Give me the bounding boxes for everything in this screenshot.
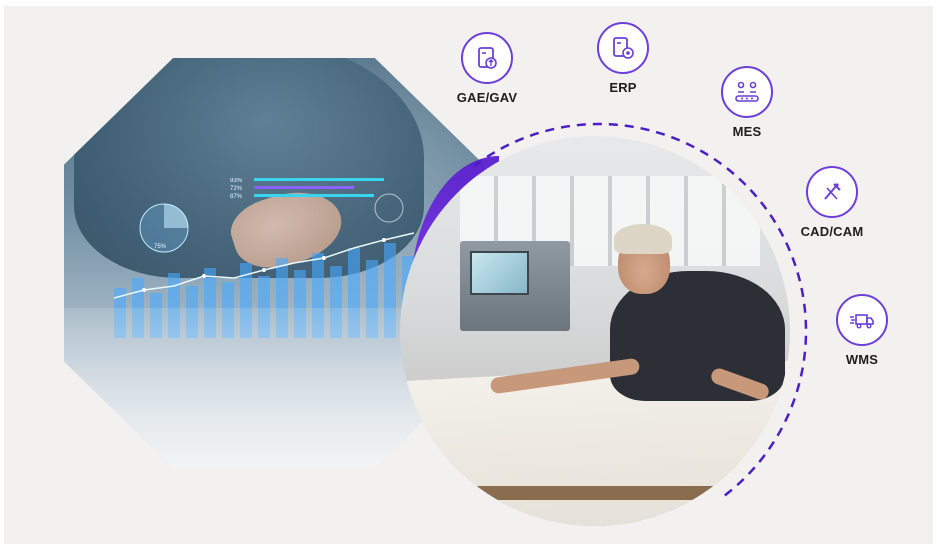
hologram-stat-bars xyxy=(254,178,384,197)
badge-wms: WMS xyxy=(812,294,912,367)
factory-worker-photo xyxy=(400,136,790,526)
badge-label: MES xyxy=(732,124,762,139)
illustration-frame: 93% 72% 87% 75% GAE/GAV ERP MES CAD/CAM … xyxy=(4,6,933,544)
hologram-pie-label: 75% xyxy=(154,244,167,250)
badge-label: WMS xyxy=(845,352,879,367)
production-line-icon xyxy=(721,66,773,118)
document-gear-icon xyxy=(597,22,649,74)
badge-gae-gav: GAE/GAV xyxy=(437,32,537,105)
delivery-truck-icon xyxy=(836,294,888,346)
worker-beanie xyxy=(614,224,672,254)
hologram-ring xyxy=(374,193,404,223)
drafting-tools-icon xyxy=(806,166,858,218)
badge-mes: MES xyxy=(697,66,797,139)
document-upload-icon xyxy=(461,32,513,84)
machine-screen xyxy=(470,251,529,295)
hologram-stat-2: 72% xyxy=(230,186,243,192)
badge-label: CAD/CAM xyxy=(800,224,864,239)
badge-erp: ERP xyxy=(573,22,673,95)
badge-label: GAE/GAV xyxy=(456,90,518,105)
badge-cad-cam: CAD/CAM xyxy=(782,166,882,239)
hologram-stat-1: 93% xyxy=(230,178,243,184)
badge-label: ERP xyxy=(609,80,637,95)
wood-panel-edge xyxy=(440,486,790,500)
hologram-stat-3: 87% xyxy=(230,194,243,200)
hologram-pie-slice xyxy=(164,204,188,228)
machine-control-panel xyxy=(460,241,570,331)
